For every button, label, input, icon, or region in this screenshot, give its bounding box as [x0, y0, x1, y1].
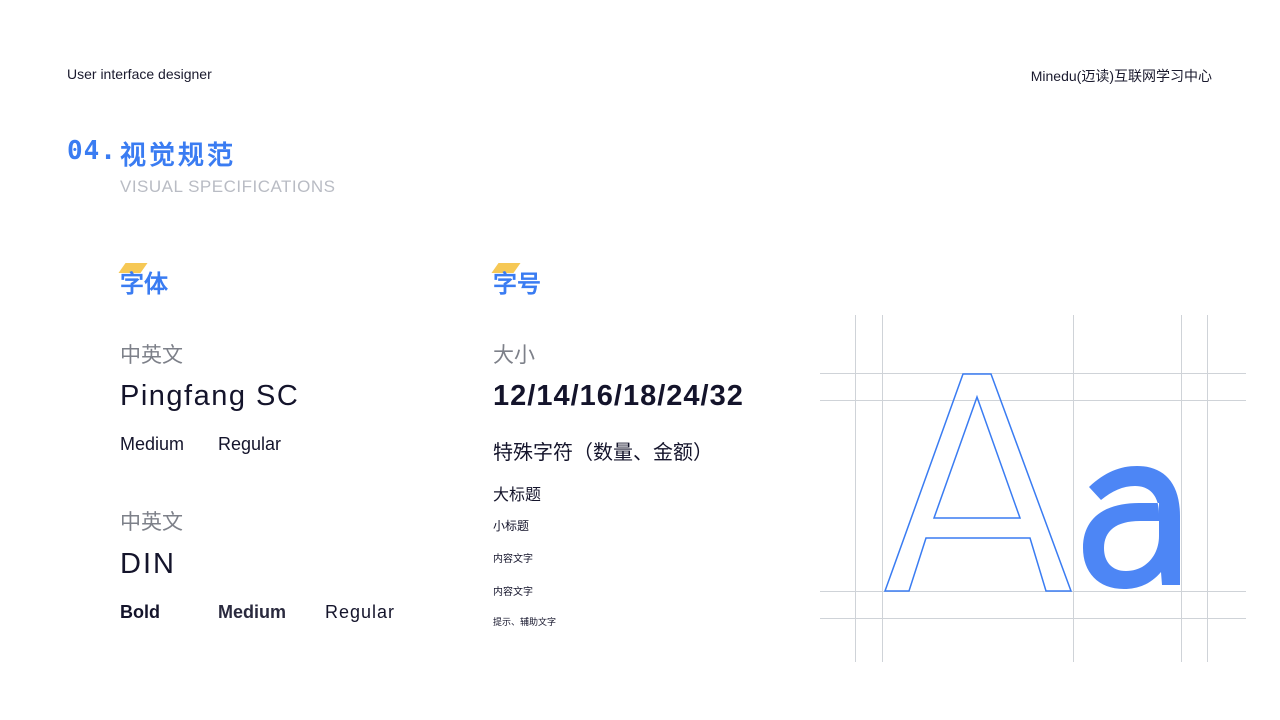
filled-letter-a-icon [1083, 466, 1180, 589]
glyph-letters [883, 373, 1180, 592]
outline-letter-a-icon [883, 373, 1073, 592]
